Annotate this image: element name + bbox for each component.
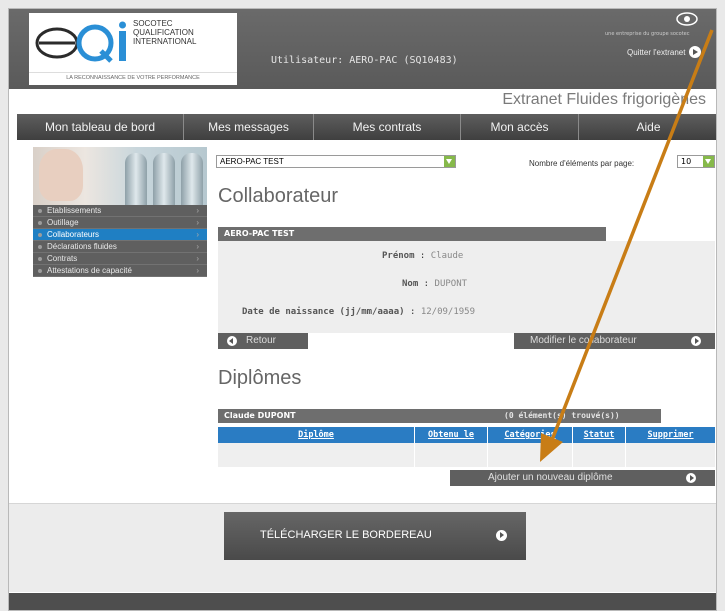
nom-label: Nom — [402, 279, 419, 289]
sidebar-photo — [33, 147, 207, 205]
col-categories[interactable]: Catégories — [487, 427, 573, 443]
table-cell — [218, 443, 415, 467]
add-diplome-button[interactable]: Ajouter un nouveau diplôme — [450, 470, 715, 486]
page-footer — [9, 593, 716, 610]
nav-aide[interactable]: Aide — [579, 114, 716, 140]
nav-messages[interactable]: Mes messages — [184, 114, 314, 140]
collaborateur-tab: AERO-PAC TEST — [218, 227, 606, 241]
group-text: une entreprise du groupe socotec — [605, 31, 690, 37]
nav-contrats[interactable]: Mes contrats — [314, 114, 461, 140]
nom-value: DUPONT — [434, 279, 468, 289]
screenshot-frame: SOCOTEC QUALIFICATION INTERNATIONAL LA R… — [0, 0, 725, 611]
logo-line-2: QUALIFICATION — [133, 28, 194, 37]
back-button[interactable]: Retour — [218, 333, 308, 349]
col-diplome[interactable]: Diplôme — [218, 427, 415, 443]
diplomes-count: (0 élément(s) trouvé(s)) — [504, 411, 620, 420]
table-cell — [414, 443, 488, 467]
company-select-value: AERO-PAC TEST — [220, 157, 284, 166]
forward-arrow-icon — [686, 473, 696, 483]
col-statut[interactable]: Statut — [572, 427, 626, 443]
company-select[interactable]: AERO-PAC TEST — [216, 155, 456, 168]
collaborateur-heading: Collaborateur — [218, 185, 339, 207]
prenom-row: Prénom : Claude — [382, 251, 464, 261]
per-page-label: Nombre d'éléments par page: — [529, 159, 635, 168]
site-header: SOCOTEC QUALIFICATION INTERNATIONAL LA R… — [9, 9, 716, 89]
sidebar-item-etablissements[interactable]: Etablissements — [33, 205, 207, 217]
logout-arrow-icon[interactable] — [689, 46, 701, 58]
user-label: Utilisateur: AERO-PAC (SQ10483) — [271, 55, 458, 66]
edit-collaborateur-button[interactable]: Modifier le collaborateur — [514, 333, 715, 349]
extranet-page: SOCOTEC QUALIFICATION INTERNATIONAL LA R… — [8, 8, 717, 611]
col-obtenu-le[interactable]: Obtenu le — [414, 427, 488, 443]
table-header-row: Diplôme Obtenu le Catégories Statut Supp… — [218, 427, 715, 443]
per-page-select[interactable]: 10 — [677, 155, 715, 168]
back-arrow-icon — [227, 336, 237, 346]
main-nav: Mon tableau de bord Mes messages Mes con… — [17, 114, 716, 140]
col-supprimer: Supprimer — [625, 427, 715, 443]
back-label: Retour — [246, 335, 277, 346]
birth-row: Date de naissance (jj/mm/aaaa) : 12/09/1… — [242, 307, 476, 317]
forward-arrow-icon — [496, 530, 507, 541]
collaborateur-actions: Retour Modifier le collaborateur — [218, 333, 715, 349]
chevron-down-icon[interactable] — [703, 156, 714, 167]
diplomes-table: Diplôme Obtenu le Catégories Statut Supp… — [218, 427, 715, 467]
nav-tableau-de-bord[interactable]: Mon tableau de bord — [17, 114, 184, 140]
sqi-logo-mark-icon — [35, 21, 126, 63]
sqi-logo[interactable]: SOCOTEC QUALIFICATION INTERNATIONAL LA R… — [29, 13, 237, 85]
logo-text: SOCOTEC QUALIFICATION INTERNATIONAL — [133, 19, 196, 46]
logout-link[interactable]: Quitter l'extranet — [627, 48, 685, 57]
photo-person — [39, 149, 83, 201]
sidebar-item-collaborateurs[interactable]: Collaborateurs — [33, 229, 207, 241]
collaborateur-details: Prénom : Claude Nom : DUPONT Date de nai… — [218, 241, 715, 333]
socotec-eye-icon — [676, 12, 698, 26]
download-bordereau-button[interactable]: TÉLÉCHARGER LE BORDEREAU — [224, 512, 526, 560]
nom-row: Nom : DUPONT — [402, 279, 468, 289]
nav-mon-acces[interactable]: Mon accès — [461, 114, 579, 140]
photo-cylinder — [181, 153, 203, 205]
diplomes-tab-name: Claude DUPONT — [224, 411, 296, 420]
table-cell — [625, 443, 715, 467]
table-cell — [487, 443, 573, 467]
table-row — [218, 443, 715, 467]
site-title: Extranet Fluides frigorigènes — [502, 91, 706, 108]
diplomes-tab: Claude DUPONT (0 élément(s) trouvé(s)) — [218, 409, 661, 423]
logo-line-1: SOCOTEC — [133, 19, 173, 28]
chevron-down-icon[interactable] — [444, 156, 455, 167]
add-diplome-label: Ajouter un nouveau diplôme — [488, 472, 613, 483]
photo-cylinder — [125, 153, 147, 205]
photo-cylinder — [153, 153, 175, 205]
prenom-label: Prénom — [382, 251, 415, 261]
sidebar-item-outillage[interactable]: Outillage — [33, 217, 207, 229]
forward-arrow-icon — [691, 336, 701, 346]
sidebar-item-contrats[interactable]: Contrats — [33, 253, 207, 265]
per-page-value: 10 — [681, 157, 692, 166]
edit-label: Modifier le collaborateur — [530, 335, 637, 346]
sidebar-item-declarations-fluides[interactable]: Déclarations fluides — [33, 241, 207, 253]
sidebar-item-attestations[interactable]: Attestations de capacité — [33, 265, 207, 277]
sidebar-menu: Etablissements Outillage Collaborateurs … — [33, 205, 207, 277]
logo-tagline: LA RECONNAISSANCE DE VOTRE PERFORMANCE — [29, 72, 237, 81]
table-cell — [572, 443, 626, 467]
birth-label: Date de naissance (jj/mm/aaaa) — [242, 307, 405, 317]
download-label: TÉLÉCHARGER LE BORDEREAU — [260, 529, 432, 541]
birth-value: 12/09/1959 — [420, 307, 476, 317]
logo-line-3: INTERNATIONAL — [133, 37, 197, 46]
prenom-value: Claude — [430, 251, 464, 261]
diplomes-heading: Diplômes — [218, 367, 302, 389]
